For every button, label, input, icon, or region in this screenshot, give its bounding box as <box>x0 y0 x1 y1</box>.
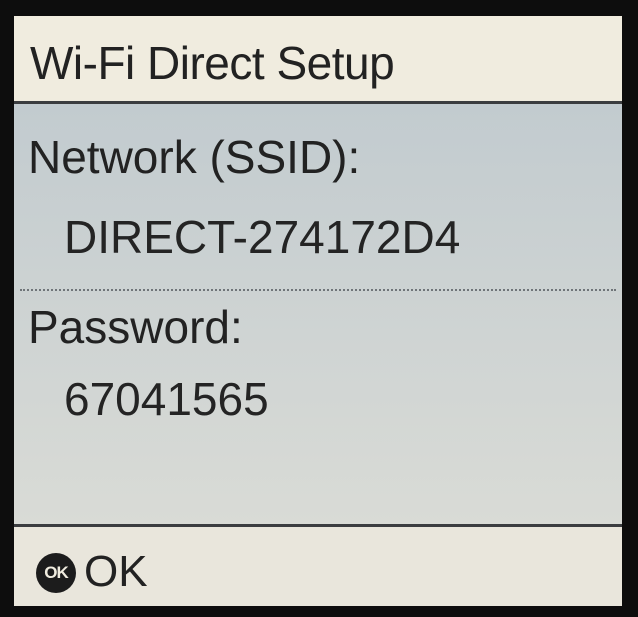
section-divider <box>20 289 616 291</box>
network-ssid-value: DIRECT-274172D4 <box>64 211 461 263</box>
footer-bar: OK OK <box>14 524 622 606</box>
screen-title: Wi-Fi Direct Setup <box>30 37 395 89</box>
ok-button-icon: OK <box>36 553 76 593</box>
lcd-screen: Wi-Fi Direct Setup Network (SSID): DIREC… <box>14 16 622 606</box>
password-value: 67041565 <box>64 373 269 425</box>
network-ssid-label: Network (SSID): <box>28 131 361 183</box>
password-label: Password: <box>28 301 243 353</box>
title-bar: Wi-Fi Direct Setup <box>14 16 622 104</box>
device-bezel: Wi-Fi Direct Setup Network (SSID): DIREC… <box>0 0 638 617</box>
ok-button[interactable]: OK OK <box>20 533 190 599</box>
wifi-direct-info-panel: Network (SSID): DIRECT-274172D4 Password… <box>14 104 622 524</box>
ok-label: OK <box>84 547 148 596</box>
